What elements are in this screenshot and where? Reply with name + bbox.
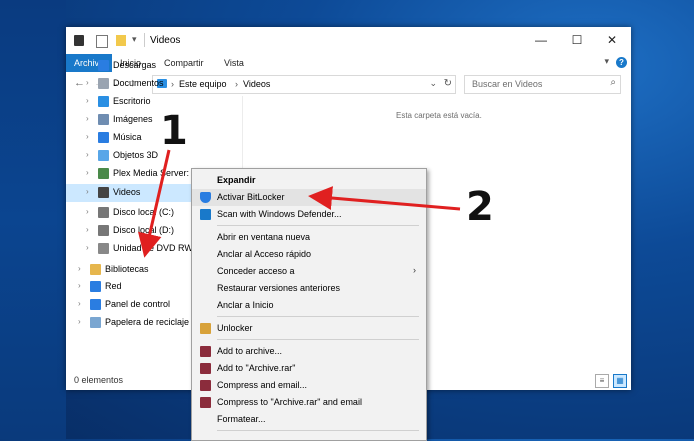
annotation-number-1: 1 [160, 108, 188, 154]
annotation-overlay [137, 149, 461, 258]
annotation-number-2: 2 [466, 184, 494, 230]
annotation-arrow-2 [308, 186, 461, 211]
annotation-arrow-1 [137, 149, 171, 258]
